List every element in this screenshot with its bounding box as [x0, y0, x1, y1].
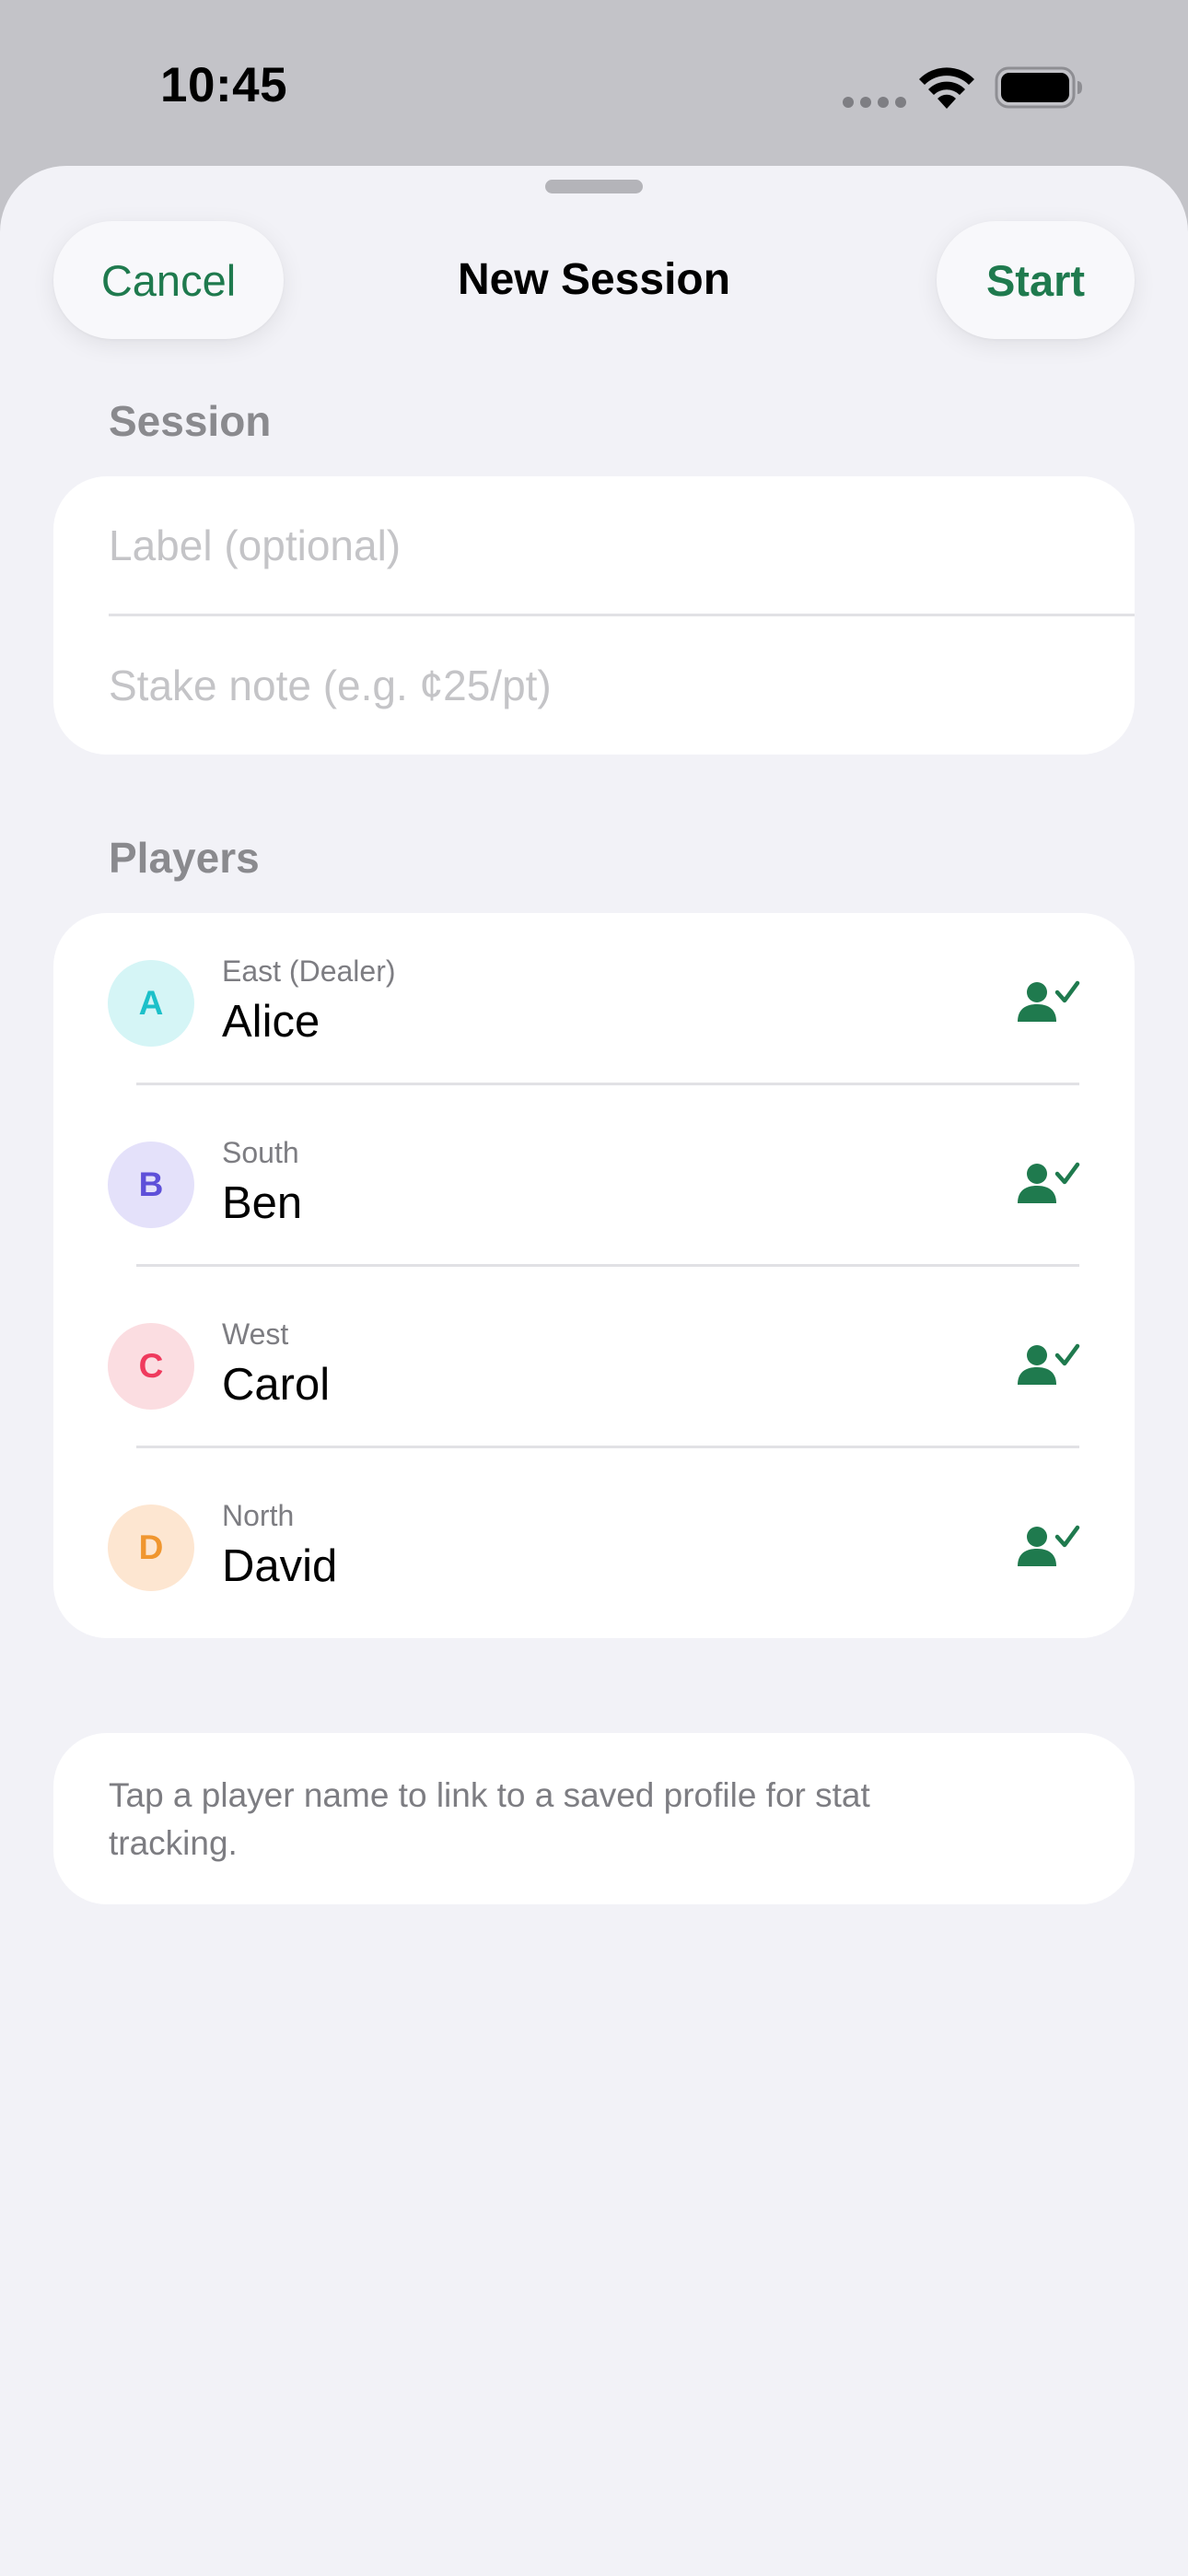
divider [109, 614, 1135, 616]
avatar: A [108, 960, 194, 1047]
divider [136, 1446, 1079, 1448]
new-session-sheet: Cancel New Session Start Session Label (… [0, 166, 1188, 2576]
seat-label: North [222, 1499, 295, 1532]
section-header-session: Session [109, 397, 272, 445]
wifi-icon [919, 67, 974, 109]
sheet-grabber[interactable] [545, 180, 643, 193]
cellular-dots-icon [843, 97, 906, 108]
section-header-players: Players [109, 834, 260, 882]
status-bar: 10:45 [0, 0, 1188, 166]
person-checkmark-icon[interactable] [1017, 1161, 1081, 1209]
divider [136, 1264, 1079, 1267]
stake-note-field[interactable]: Stake note (e.g. ¢25/pt) [109, 661, 552, 710]
player-name[interactable]: Ben [222, 1177, 302, 1229]
player-name[interactable]: Alice [222, 996, 320, 1048]
seat-label: East (Dealer) [222, 954, 396, 988]
footnote-card: Tap a player name to link to a saved pro… [53, 1733, 1135, 1904]
players-card: A East (Dealer) Alice B South Ben C West [53, 913, 1135, 1638]
footnote-text: Tap a player name to link to a saved pro… [109, 1776, 870, 1862]
start-button[interactable]: Start [937, 221, 1135, 339]
seat-label: West [222, 1317, 289, 1351]
person-checkmark-icon[interactable] [1017, 1524, 1081, 1572]
session-card: Label (optional) Stake note (e.g. ¢25/pt… [53, 476, 1135, 755]
avatar: C [108, 1323, 194, 1410]
label-field[interactable]: Label (optional) [109, 521, 401, 570]
person-checkmark-icon[interactable] [1017, 979, 1081, 1027]
player-name[interactable]: Carol [222, 1359, 330, 1411]
divider [136, 1083, 1079, 1085]
seat-label: South [222, 1136, 299, 1169]
status-time: 10:45 [160, 58, 288, 112]
avatar: B [108, 1142, 194, 1228]
player-name[interactable]: David [222, 1540, 337, 1592]
person-checkmark-icon[interactable] [1017, 1342, 1081, 1390]
avatar: D [108, 1505, 194, 1591]
battery-icon [995, 66, 1082, 109]
